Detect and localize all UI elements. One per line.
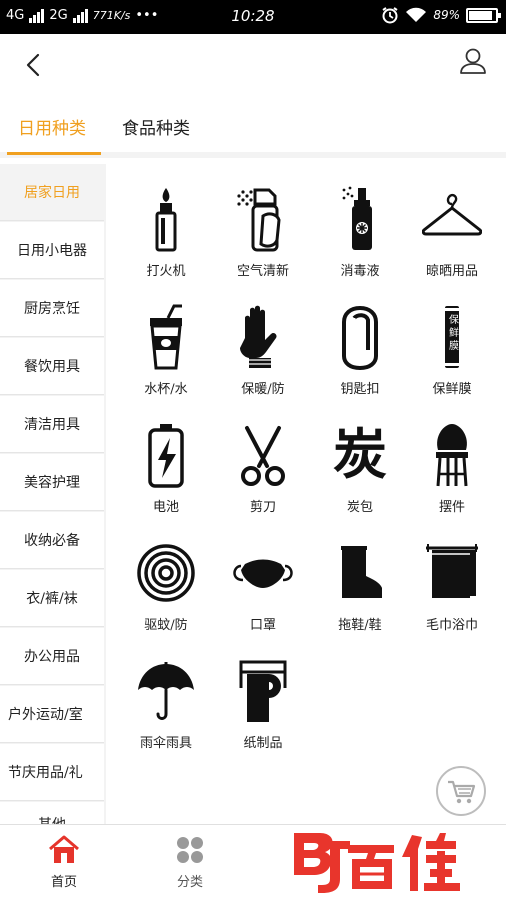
grid-item[interactable]: 保暖/防 [213,282,313,400]
nav-category[interactable]: 分类 [152,833,228,893]
sidebar-item-kitchen[interactable]: 厨房烹饪 [0,280,104,337]
grid-item[interactable]: 摆件 [402,400,502,518]
air-freshener-icon [237,188,281,252]
grid-item[interactable]: 雨伞雨具 [116,636,216,754]
grid-item[interactable]: 炭 炭包 [310,400,410,518]
shopping-cart-icon [448,780,476,804]
cup-icon [150,304,182,370]
mask-icon [233,559,293,588]
grid-item-label: 纸制品 [243,736,283,751]
bottom-nav: 首页 分类 [0,824,506,900]
grid-item[interactable]: 晾晒用品 [402,164,502,282]
sidebar-item-beauty[interactable]: 美容护理 [0,454,104,511]
grid-item-label: 钥匙扣 [340,382,380,397]
floating-cart-button[interactable] [436,766,486,816]
umbrella-icon [138,662,194,720]
back-arrow-icon[interactable] [18,50,48,80]
boot-icon [341,546,382,598]
lighter-icon [155,188,177,252]
scissors-icon [241,426,285,486]
grid-item-label: 拖鞋/鞋 [338,618,382,633]
grid-item[interactable]: 保鲜膜 保鲜膜 [402,282,502,400]
grid-item[interactable]: 剪刀 [213,400,313,518]
grid-item-label: 消毒液 [340,264,380,279]
grid-item-label: 保鲜膜 [432,382,472,397]
grid-item-label: 雨伞雨具 [139,736,192,751]
hanger-icon [422,193,482,236]
grid-item-label: 打火机 [146,264,186,279]
grid-item-label: 空气清新 [236,264,289,279]
sidebar-item-cleaning[interactable]: 清洁用具 [0,396,104,453]
sidebar-item-household[interactable]: 居家日用 [0,164,104,221]
grid-item-label: 炭包 [346,500,373,515]
battery-icon [466,7,501,23]
status-right: 89% [381,6,501,24]
grid-item-label: 剪刀 [249,500,276,515]
grid-item-label: 毛巾浴巾 [425,618,478,633]
home-icon [49,835,79,863]
grid-item-label: 晾晒用品 [425,264,478,279]
chair-icon [436,424,468,487]
grid-item-label: 口罩 [249,618,276,633]
sidebar-item-small-appliances[interactable]: 日用小电器 [0,222,104,279]
carabiner-icon [342,305,378,370]
sidebar-item-storage[interactable]: 收纳必备 [0,512,104,569]
disinfectant-spray-icon [342,186,372,250]
cling-film-text: 保鲜膜 [449,315,459,352]
sidebar-item-festival[interactable]: 节庆用品/礼 [0,744,104,801]
grid-item[interactable]: 毛巾浴巾 [402,518,502,636]
battery-icon [148,424,184,488]
grid-item[interactable]: 打火机 [116,164,216,282]
glove-icon [240,305,277,368]
tab-food[interactable]: 食品种类 [122,114,190,139]
grid-item-label: 保暖/防 [241,382,285,397]
sidebar-item-office[interactable]: 办公用品 [0,628,104,685]
active-tab-indicator [7,152,101,155]
grid-item-label: 驱蚊/防 [144,618,188,633]
wifi-icon [406,7,427,22]
grid-item[interactable]: 消毒液 [310,164,410,282]
grid-item[interactable]: 驱蚊/防 [116,518,216,636]
grid-item[interactable]: 纸制品 [213,636,313,754]
category-icon [177,837,203,863]
charcoal-icon: 炭 [333,423,387,486]
top-bar [0,34,506,92]
grid-item-label: 水杯/水 [144,382,188,397]
mosquito-coil-icon [137,544,195,602]
tab-daily-goods[interactable]: 日用种类 [18,114,86,139]
sidebar-item-other[interactable]: 其他 [0,802,104,824]
user-profile-icon[interactable] [458,46,488,76]
toilet-paper-icon [239,660,287,722]
grid-item[interactable]: 水杯/水 [116,282,216,400]
sidebar-item-outdoor[interactable]: 户外运动/室 [0,686,104,743]
status-bar: 4G 2G 771K/s ••• 10:28 89% [0,0,506,34]
nav-category-label: 分类 [176,875,203,890]
grid-item[interactable]: 口罩 [213,518,313,636]
grid-item[interactable]: 拖鞋/鞋 [310,518,410,636]
nav-home-label: 首页 [50,875,77,890]
grid-item[interactable]: 空气清新 [213,164,313,282]
grid-item-label: 电池 [152,500,179,515]
sidebar-item-tableware[interactable]: 餐饮用具 [0,338,104,395]
battery-percent: 89% [433,8,460,22]
nav-home[interactable]: 首页 [26,833,102,893]
sidebar-item-clothing[interactable]: 衣/裤/袜 [0,570,104,627]
grid-item[interactable]: 钥匙扣 [310,282,410,400]
alarm-icon [382,7,398,24]
brand-logo [294,833,460,893]
grid-item-label: 摆件 [438,500,465,515]
towel-icon [426,544,478,598]
grid-item[interactable]: 电池 [116,400,216,518]
category-sidebar[interactable]: 居家日用 日用小电器 厨房烹饪 餐饮用具 清洁用具 美容护理 收纳必备 衣/裤/… [0,164,106,824]
category-tabs: 日用种类 食品种类 [0,92,506,158]
subcategory-grid: 打火机 空气清新 消毒液 晾晒用品 水杯/水 保暖/防 钥匙扣 保鲜膜 保鲜膜 … [106,164,506,824]
